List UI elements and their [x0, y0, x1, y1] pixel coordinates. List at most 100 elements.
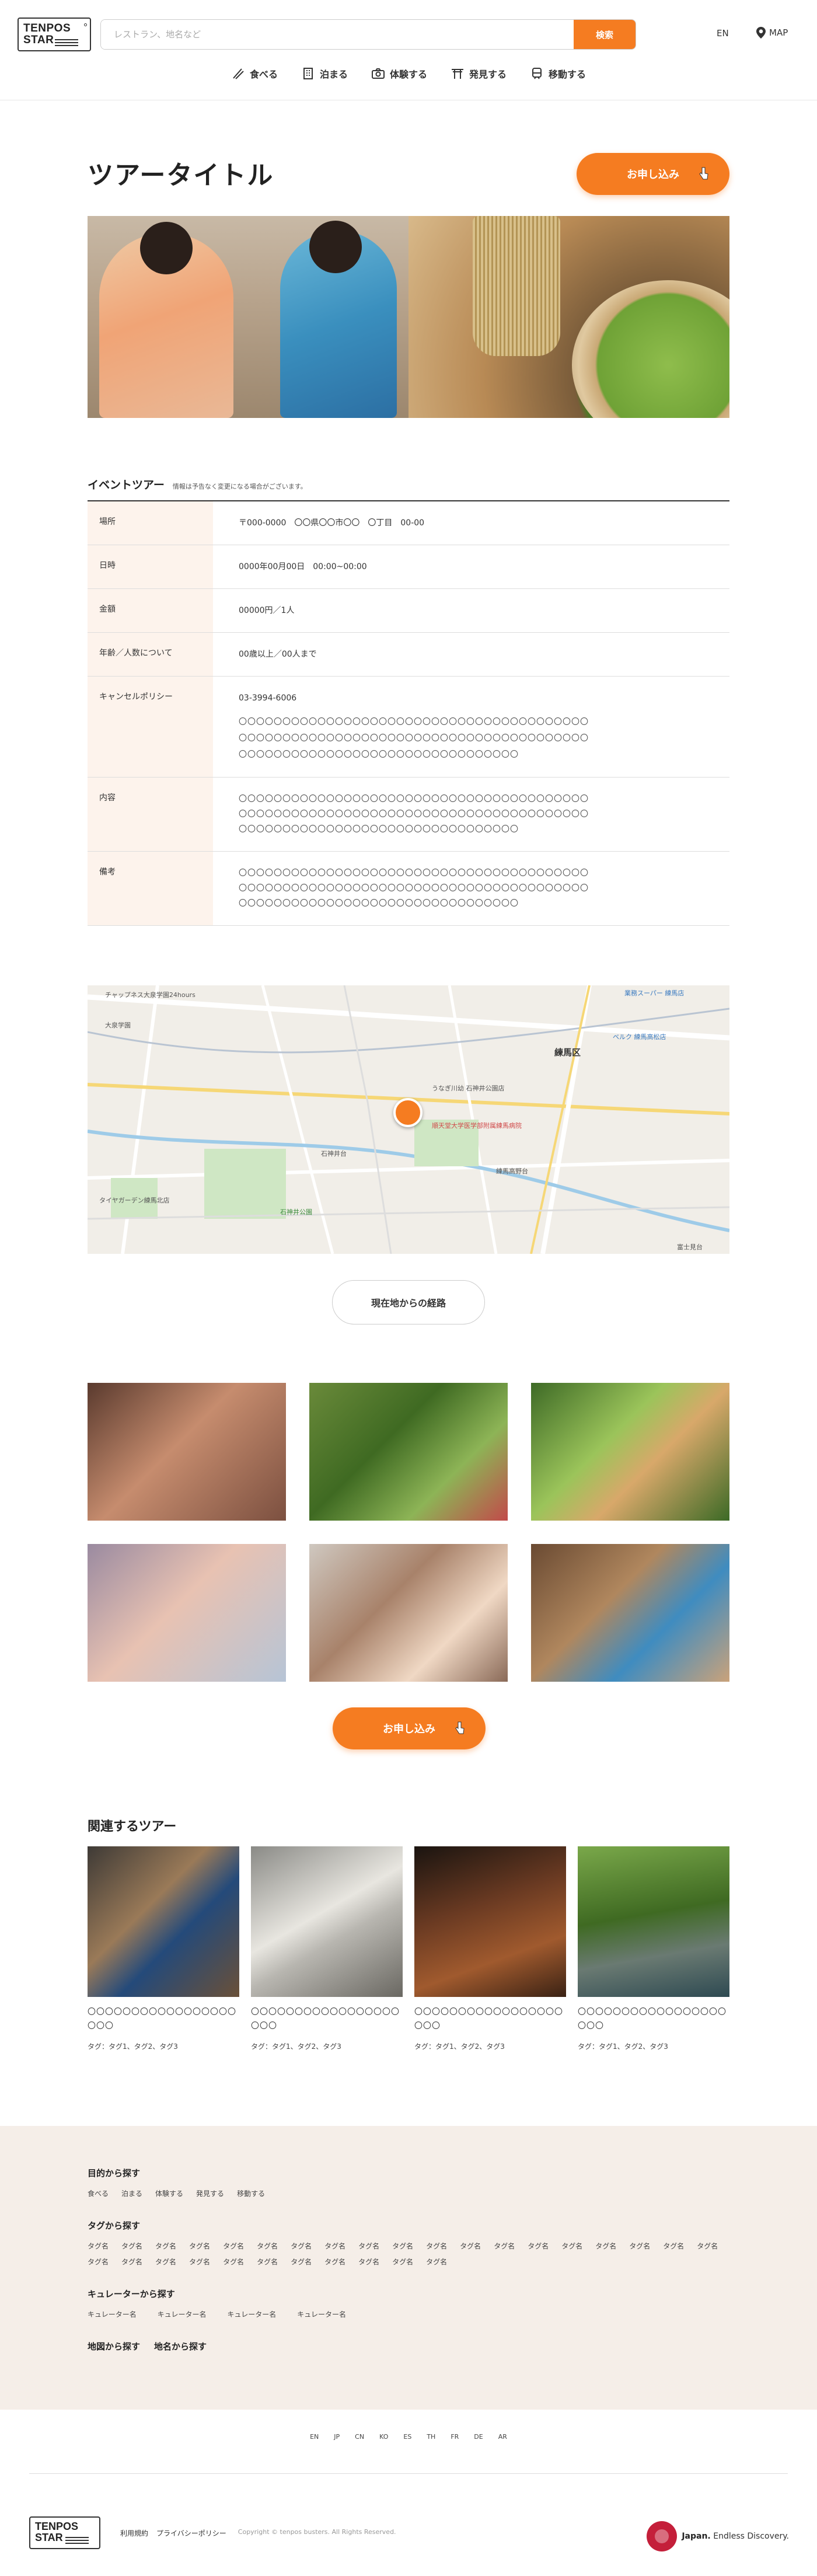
footer-logo[interactable]: TENPOS STAR: [29, 2516, 100, 2549]
curator-link[interactable]: キュレーター名: [88, 2309, 137, 2319]
cancel-text: 〇〇〇〇〇〇〇〇〇〇〇〇〇〇〇〇〇〇〇〇〇〇〇〇〇〇〇〇〇〇〇〇: [239, 750, 519, 759]
tag-link[interactable]: タグ名: [223, 2241, 244, 2251]
map-label: 練馬高野台: [496, 1167, 528, 1175]
nav-stay[interactable]: 泊まる: [301, 67, 348, 81]
apply-button-label: お申し込み: [627, 169, 679, 181]
related-card[interactable]: 〇〇〇〇〇〇〇〇〇〇〇〇〇〇〇〇〇〇〇〇 タグ：タグ1、タグ2、タグ3: [88, 1846, 239, 2051]
apply-button-bottom[interactable]: お申し込み: [333, 1707, 486, 1749]
tag-link[interactable]: タグ名: [358, 2257, 379, 2267]
torii-icon: [452, 69, 463, 79]
content-text: 〇〇〇〇〇〇〇〇〇〇〇〇〇〇〇〇〇〇〇〇〇〇〇〇〇〇〇〇〇〇〇〇: [239, 825, 519, 834]
location-map[interactable]: チャップネス大泉学園24hours 大泉学園 練馬区 うなぎ川幼 石神井公園店 …: [88, 985, 729, 1254]
camera-icon: [371, 68, 385, 79]
tag-link[interactable]: タグ名: [663, 2241, 684, 2251]
nav-discover[interactable]: 発見する: [451, 67, 507, 81]
tag-link[interactable]: タグ名: [121, 2257, 142, 2267]
related-card[interactable]: 〇〇〇〇〇〇〇〇〇〇〇〇〇〇〇〇〇〇〇〇 タグ：タグ1、タグ2、タグ3: [251, 1846, 403, 2051]
tag-link[interactable]: タグ名: [324, 2257, 345, 2267]
hero-image: [88, 216, 729, 418]
related-card[interactable]: 〇〇〇〇〇〇〇〇〇〇〇〇〇〇〇〇〇〇〇〇 タグ：タグ1、タグ2、タグ3: [414, 1846, 566, 2051]
place-search-link[interactable]: 地名から探す: [154, 2340, 207, 2352]
map-search-link[interactable]: 地図から探す: [88, 2340, 140, 2352]
route-button[interactable]: 現在地からの経路: [332, 1280, 485, 1324]
language-option[interactable]: TH: [427, 2433, 435, 2441]
map-link[interactable]: MAP: [756, 27, 788, 39]
purpose-link[interactable]: 泊まる: [121, 2188, 142, 2198]
map-pin-icon: [756, 27, 766, 39]
tag-link[interactable]: タグ名: [595, 2241, 616, 2251]
tag-link[interactable]: タグ名: [460, 2241, 481, 2251]
language-switch[interactable]: EN: [717, 28, 729, 39]
tag-link[interactable]: タグ名: [358, 2241, 379, 2251]
gallery-photo[interactable]: [309, 1383, 508, 1521]
language-option[interactable]: CN: [355, 2433, 364, 2441]
search-button[interactable]: 検索: [574, 20, 636, 49]
tag-link[interactable]: タグ名: [494, 2241, 515, 2251]
curator-link[interactable]: キュレーター名: [228, 2309, 277, 2319]
nav-move[interactable]: 移動する: [530, 67, 586, 81]
tag-link[interactable]: タグ名: [155, 2241, 176, 2251]
content-text: 〇〇〇〇〇〇〇〇〇〇〇〇〇〇〇〇〇〇〇〇〇〇〇〇〇〇〇〇〇〇〇〇〇〇〇〇〇〇〇〇: [239, 810, 589, 819]
language-option[interactable]: JP: [334, 2433, 340, 2441]
language-option[interactable]: DE: [474, 2433, 483, 2441]
related-card[interactable]: 〇〇〇〇〇〇〇〇〇〇〇〇〇〇〇〇〇〇〇〇 タグ：タグ1、タグ2、タグ3: [578, 1846, 729, 2051]
tag-link[interactable]: タグ名: [426, 2241, 447, 2251]
map-label: チャップネス大泉学園24hours: [105, 991, 195, 999]
language-option[interactable]: AR: [498, 2433, 507, 2441]
tag-link[interactable]: タグ名: [223, 2257, 244, 2267]
info-key: 内容: [88, 777, 213, 852]
site-logo[interactable]: TENPOS STAR: [18, 18, 91, 51]
tag-link[interactable]: タグ名: [629, 2241, 650, 2251]
tag-link[interactable]: タグ名: [121, 2241, 142, 2251]
nav-eat-label: 食べる: [249, 69, 278, 80]
tag-link[interactable]: タグ名: [189, 2257, 210, 2267]
tag-link[interactable]: タグ名: [697, 2241, 718, 2251]
info-key: 金額: [88, 588, 213, 633]
apply-button-top[interactable]: お申し込み: [577, 153, 729, 195]
tag-link[interactable]: タグ名: [155, 2257, 176, 2267]
gallery-photo[interactable]: [88, 1544, 286, 1682]
tag-link[interactable]: タグ名: [88, 2241, 109, 2251]
privacy-link[interactable]: プライバシーポリシー: [156, 2528, 226, 2538]
map-label: 順天堂大学医学部附属練馬病院: [432, 1122, 522, 1130]
gallery-photo[interactable]: [88, 1383, 286, 1521]
tag-link[interactable]: タグ名: [392, 2257, 413, 2267]
cancel-text: 〇〇〇〇〇〇〇〇〇〇〇〇〇〇〇〇〇〇〇〇〇〇〇〇〇〇〇〇〇〇〇〇〇〇〇〇〇〇〇〇: [239, 734, 589, 743]
gallery-photo[interactable]: [531, 1383, 729, 1521]
tag-link[interactable]: タグ名: [257, 2241, 278, 2251]
gallery-photo[interactable]: [531, 1544, 729, 1682]
language-option[interactable]: FR: [451, 2433, 459, 2441]
nav-eat[interactable]: 食べる: [231, 67, 278, 81]
curator-link[interactable]: キュレーター名: [158, 2309, 207, 2319]
tag-link[interactable]: タグ名: [392, 2241, 413, 2251]
info-row-content: 内容 〇〇〇〇〇〇〇〇〇〇〇〇〇〇〇〇〇〇〇〇〇〇〇〇〇〇〇〇〇〇〇〇〇〇〇〇〇…: [88, 777, 729, 852]
terms-link[interactable]: 利用規約: [120, 2528, 148, 2538]
tag-link[interactable]: タグ名: [257, 2257, 278, 2267]
curator-link[interactable]: キュレーター名: [297, 2309, 346, 2319]
purpose-link[interactable]: 発見する: [196, 2188, 224, 2198]
tag-link[interactable]: タグ名: [189, 2241, 210, 2251]
notes-text: 〇〇〇〇〇〇〇〇〇〇〇〇〇〇〇〇〇〇〇〇〇〇〇〇〇〇〇〇〇〇〇〇〇〇〇〇〇〇〇〇: [239, 884, 589, 893]
tag-link[interactable]: タグ名: [426, 2257, 447, 2267]
nav-experience[interactable]: 体験する: [371, 67, 427, 81]
japan-tagline: Endless Discovery.: [713, 2532, 789, 2541]
tag-link[interactable]: タグ名: [561, 2241, 582, 2251]
tag-link[interactable]: タグ名: [324, 2241, 345, 2251]
related-title: 〇〇〇〇〇〇〇〇〇〇〇〇〇〇〇〇〇〇〇〇: [578, 2007, 727, 2031]
tag-link[interactable]: タグ名: [291, 2257, 312, 2267]
search-bar: 検索: [100, 19, 636, 50]
language-option[interactable]: ES: [403, 2433, 411, 2441]
tag-link[interactable]: タグ名: [88, 2257, 109, 2267]
purpose-link[interactable]: 移動する: [237, 2188, 265, 2198]
search-input[interactable]: [101, 20, 574, 49]
tag-link[interactable]: タグ名: [528, 2241, 549, 2251]
purpose-link[interactable]: 食べる: [88, 2188, 109, 2198]
tag-link[interactable]: タグ名: [291, 2241, 312, 2251]
related-tags: タグ：タグ1、タグ2、タグ3: [414, 2042, 505, 2051]
gallery-photo[interactable]: [309, 1544, 508, 1682]
purpose-link[interactable]: 体験する: [155, 2188, 183, 2198]
map-marker-icon[interactable]: [393, 1098, 423, 1127]
related-tours: 〇〇〇〇〇〇〇〇〇〇〇〇〇〇〇〇〇〇〇〇 タグ：タグ1、タグ2、タグ3 〇〇〇〇…: [88, 1846, 729, 2051]
language-option[interactable]: KO: [379, 2433, 388, 2441]
language-option[interactable]: EN: [310, 2433, 319, 2441]
